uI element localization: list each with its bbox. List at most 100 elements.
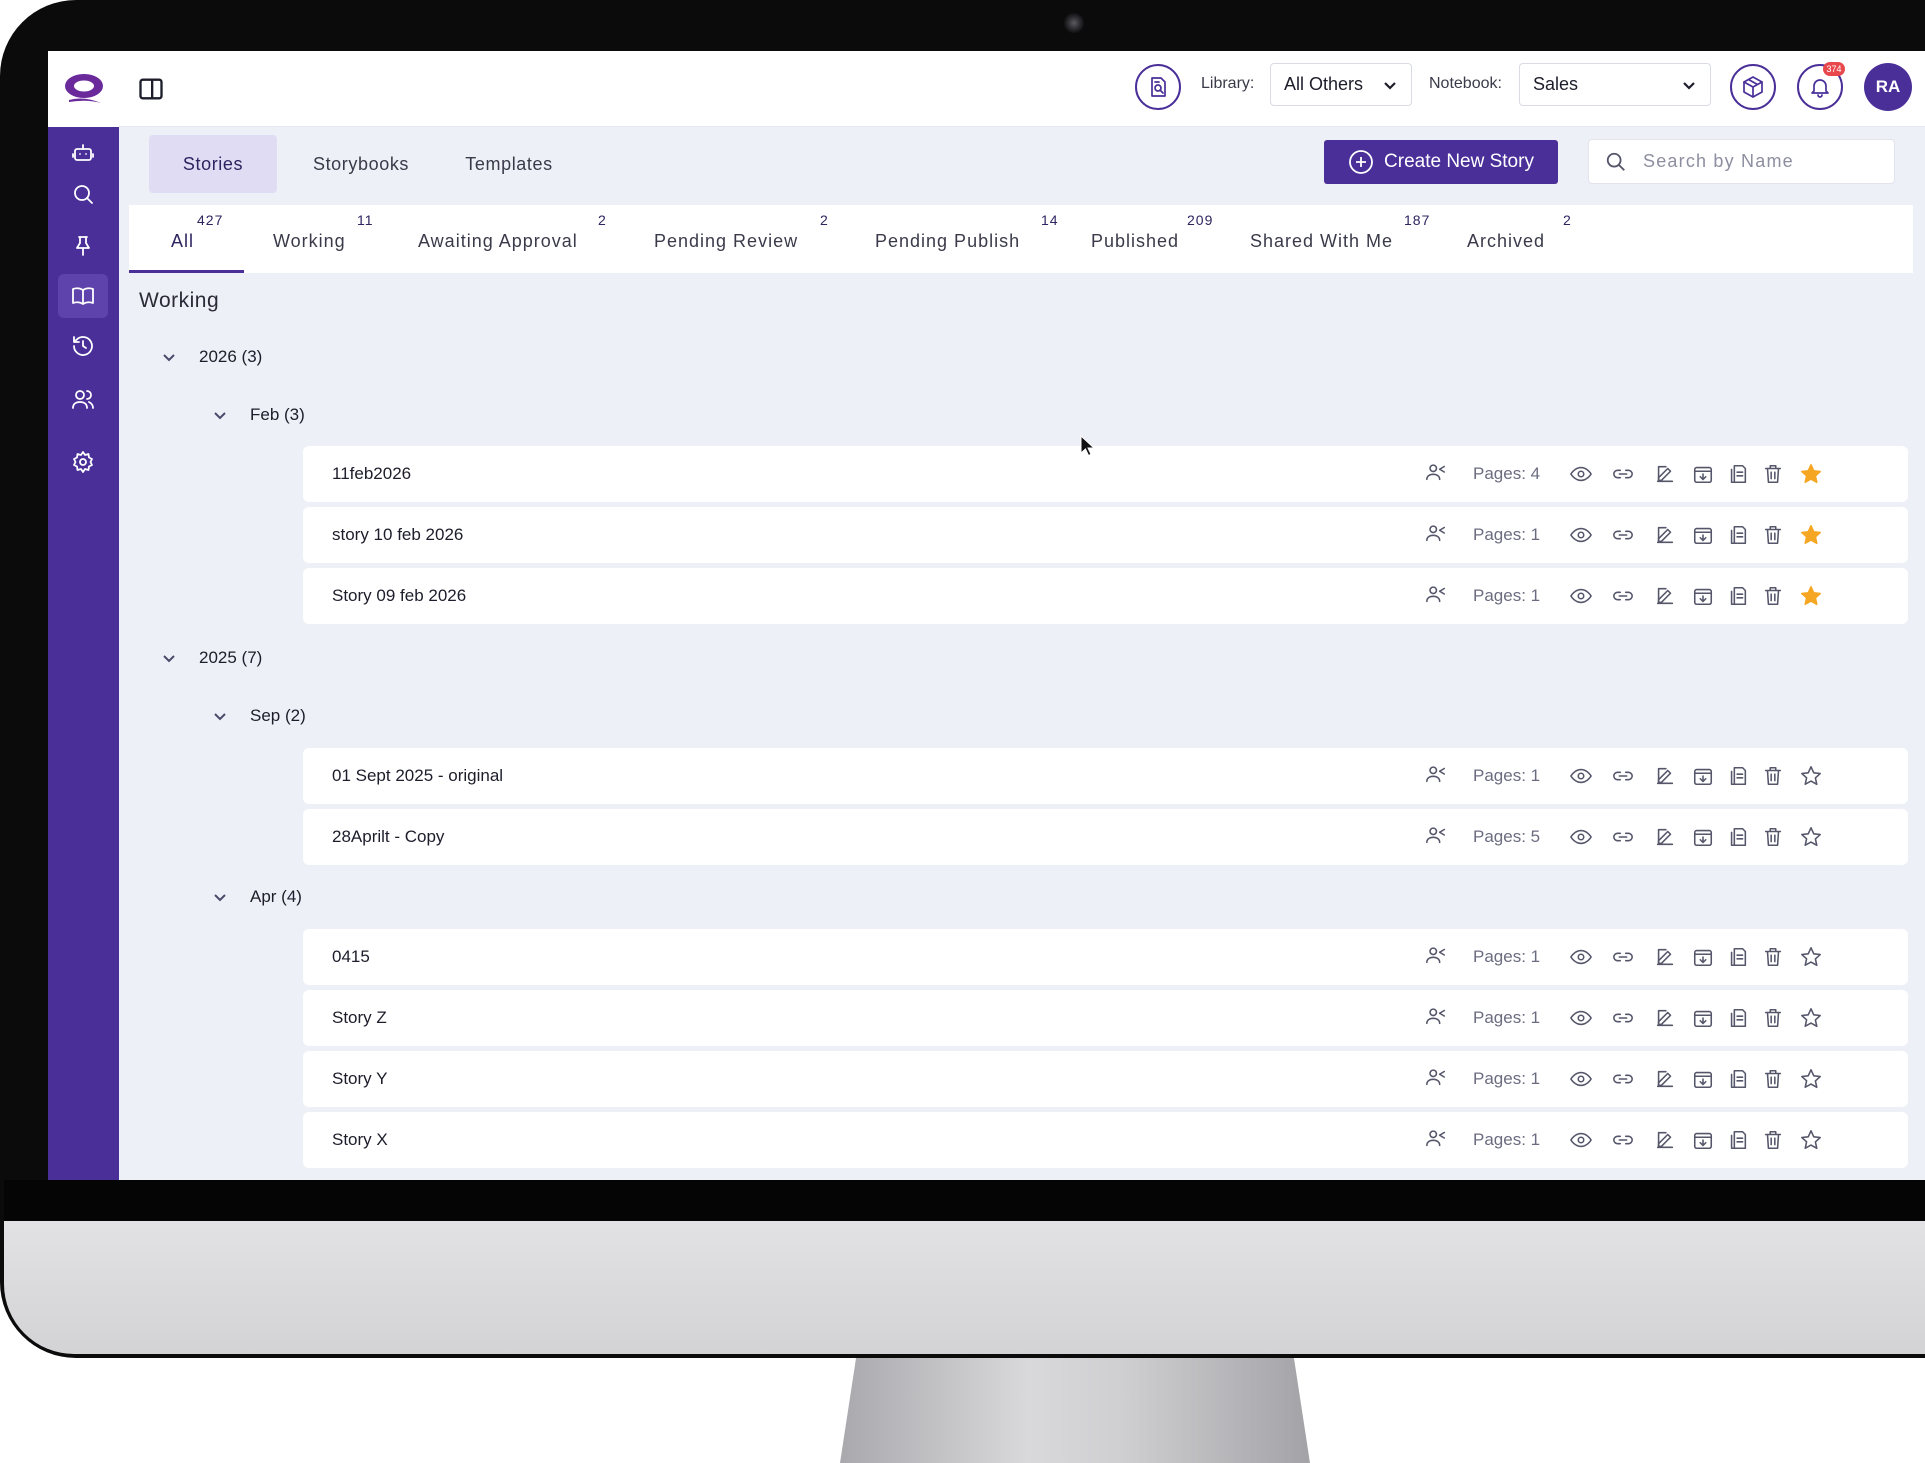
story-title[interactable]: 0415 xyxy=(332,947,370,967)
link-icon[interactable] xyxy=(1610,944,1636,970)
trash-icon[interactable] xyxy=(1760,944,1786,970)
star-icon[interactable] xyxy=(1798,461,1824,487)
trash-icon[interactable] xyxy=(1760,583,1786,609)
edit-icon[interactable] xyxy=(1652,944,1678,970)
story-row[interactable]: 01 Sept 2025 - original Pages: 1 xyxy=(303,748,1908,804)
trash-icon[interactable] xyxy=(1760,522,1786,548)
status-tab-all[interactable]: All 427 xyxy=(129,205,244,273)
status-tab-awaiting-approval[interactable]: Awaiting Approval 2 xyxy=(418,205,618,273)
link-icon[interactable] xyxy=(1610,1005,1636,1031)
download-icon[interactable] xyxy=(1690,1127,1716,1153)
download-icon[interactable] xyxy=(1690,763,1716,789)
share-users-icon[interactable] xyxy=(1425,1127,1451,1153)
copy-icon[interactable] xyxy=(1725,583,1751,609)
trash-icon[interactable] xyxy=(1760,1127,1786,1153)
link-icon[interactable] xyxy=(1610,1066,1636,1092)
star-icon[interactable] xyxy=(1798,763,1824,789)
share-users-icon[interactable] xyxy=(1425,583,1451,609)
story-title[interactable]: Story 09 feb 2026 xyxy=(332,586,466,606)
notifications-button[interactable]: 374 xyxy=(1797,62,1845,110)
library-select[interactable]: All Others xyxy=(1270,63,1412,106)
story-row[interactable]: 28Aprilt - Copy Pages: 5 xyxy=(303,809,1908,865)
download-icon[interactable] xyxy=(1690,461,1716,487)
story-row[interactable]: 11feb2026 Pages: 4 xyxy=(303,446,1908,502)
story-row[interactable]: Story Y Pages: 1 xyxy=(303,1051,1908,1107)
user-avatar[interactable]: RA xyxy=(1864,63,1912,111)
status-tab-pending-publish[interactable]: Pending Publish 14 xyxy=(875,205,1065,273)
copy-icon[interactable] xyxy=(1725,522,1751,548)
share-users-icon[interactable] xyxy=(1425,522,1451,548)
edit-icon[interactable] xyxy=(1652,522,1678,548)
edit-icon[interactable] xyxy=(1652,763,1678,789)
copy-icon[interactable] xyxy=(1725,1005,1751,1031)
create-new-story-button[interactable]: Create New Story xyxy=(1324,140,1558,184)
story-title[interactable]: Story Y xyxy=(332,1069,387,1089)
copy-icon[interactable] xyxy=(1725,461,1751,487)
download-icon[interactable] xyxy=(1690,1066,1716,1092)
link-icon[interactable] xyxy=(1610,522,1636,548)
status-tab-working[interactable]: Working 11 xyxy=(273,205,373,273)
link-icon[interactable] xyxy=(1610,461,1636,487)
trash-icon[interactable] xyxy=(1760,824,1786,850)
sidebar-robot-icon[interactable] xyxy=(58,131,108,175)
story-search-button[interactable] xyxy=(1135,64,1181,110)
copy-icon[interactable] xyxy=(1725,1127,1751,1153)
link-icon[interactable] xyxy=(1610,824,1636,850)
search-input[interactable] xyxy=(1643,151,1883,172)
app-logo[interactable] xyxy=(48,51,119,127)
status-tab-published[interactable]: Published 209 xyxy=(1091,205,1231,273)
edit-icon[interactable] xyxy=(1652,1127,1678,1153)
edit-icon[interactable] xyxy=(1652,824,1678,850)
tab-storybooks[interactable]: Storybooks xyxy=(277,135,445,193)
sidebar-book-icon[interactable] xyxy=(58,274,108,318)
copy-icon[interactable] xyxy=(1725,1066,1751,1092)
story-row[interactable]: story 10 feb 2026 Pages: 1 xyxy=(303,507,1908,563)
eye-icon[interactable] xyxy=(1568,763,1594,789)
eye-icon[interactable] xyxy=(1568,1066,1594,1092)
sidebar-pin-icon[interactable] xyxy=(58,224,108,268)
eye-icon[interactable] xyxy=(1568,461,1594,487)
eye-icon[interactable] xyxy=(1568,824,1594,850)
status-tab-archived[interactable]: Archived 2 xyxy=(1467,205,1577,273)
copy-icon[interactable] xyxy=(1725,763,1751,789)
eye-icon[interactable] xyxy=(1568,944,1594,970)
link-icon[interactable] xyxy=(1610,763,1636,789)
eye-icon[interactable] xyxy=(1568,583,1594,609)
star-icon[interactable] xyxy=(1798,824,1824,850)
share-users-icon[interactable] xyxy=(1425,763,1451,789)
download-icon[interactable] xyxy=(1690,824,1716,850)
story-row[interactable]: Story Z Pages: 1 xyxy=(303,990,1908,1046)
share-users-icon[interactable] xyxy=(1425,1005,1451,1031)
star-icon[interactable] xyxy=(1798,944,1824,970)
story-row[interactable]: 0415 Pages: 1 xyxy=(303,929,1908,985)
tab-stories[interactable]: Stories xyxy=(149,135,277,193)
edit-icon[interactable] xyxy=(1652,1066,1678,1092)
download-icon[interactable] xyxy=(1690,522,1716,548)
star-icon[interactable] xyxy=(1798,1066,1824,1092)
share-users-icon[interactable] xyxy=(1425,944,1451,970)
link-icon[interactable] xyxy=(1610,583,1636,609)
story-title[interactable]: story 10 feb 2026 xyxy=(332,525,463,545)
eye-icon[interactable] xyxy=(1568,522,1594,548)
group-month-apr[interactable]: Apr (4) xyxy=(212,887,302,907)
story-row[interactable]: Story X Pages: 1 xyxy=(303,1112,1908,1168)
story-title[interactable]: 28Aprilt - Copy xyxy=(332,827,444,847)
sidebar-gear-icon[interactable] xyxy=(58,440,108,484)
status-tab-pending-review[interactable]: Pending Review 2 xyxy=(654,205,844,273)
story-row[interactable]: Story 09 feb 2026 Pages: 1 xyxy=(303,568,1908,624)
share-users-icon[interactable] xyxy=(1425,461,1451,487)
share-users-icon[interactable] xyxy=(1425,824,1451,850)
star-icon[interactable] xyxy=(1798,1127,1824,1153)
download-icon[interactable] xyxy=(1690,944,1716,970)
story-title[interactable]: Story X xyxy=(332,1130,388,1150)
trash-icon[interactable] xyxy=(1760,1005,1786,1031)
star-icon[interactable] xyxy=(1798,1005,1824,1031)
edit-icon[interactable] xyxy=(1652,461,1678,487)
edit-icon[interactable] xyxy=(1652,1005,1678,1031)
eye-icon[interactable] xyxy=(1568,1005,1594,1031)
link-icon[interactable] xyxy=(1610,1127,1636,1153)
download-icon[interactable] xyxy=(1690,583,1716,609)
sidebar-users-icon[interactable] xyxy=(58,377,108,421)
share-users-icon[interactable] xyxy=(1425,1066,1451,1092)
sidebar-search-icon[interactable] xyxy=(58,172,108,216)
